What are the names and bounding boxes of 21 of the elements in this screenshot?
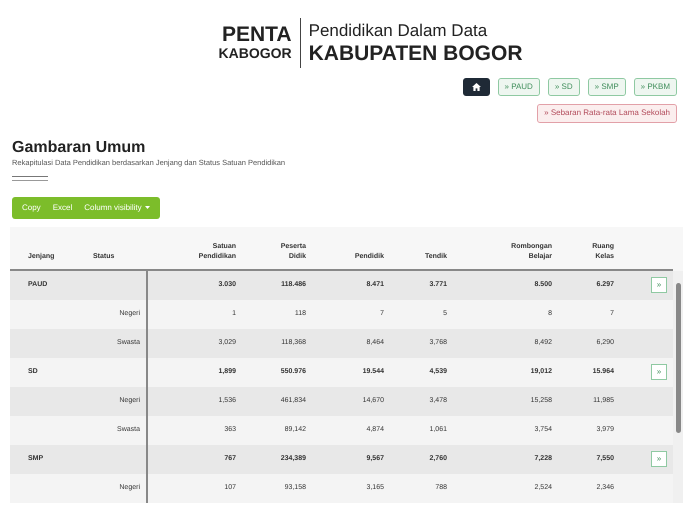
title-underline	[12, 176, 48, 181]
home-icon	[472, 83, 481, 91]
detail-button[interactable]: »	[651, 451, 667, 468]
nav-link-button[interactable]: » SMP	[588, 78, 626, 96]
export-button[interactable]: Column visibility	[78, 196, 156, 219]
detail-button[interactable]: »	[651, 277, 667, 294]
nav-link-button[interactable]: » PKBM	[634, 78, 677, 96]
brand-subname: KABOGOR	[218, 45, 292, 62]
brand-name: PENTA	[222, 24, 292, 46]
detail-button[interactable]: »	[651, 364, 667, 380]
caret-icon	[144, 206, 150, 210]
home-button[interactable]	[462, 78, 490, 96]
average-schooling-link[interactable]: » Sebaran Rata-rata Lama Sekolah	[537, 104, 677, 123]
site-tagline: Pendidikan Dalam Data	[308, 21, 488, 42]
nav-link-button[interactable]: » SD	[548, 78, 580, 96]
export-button[interactable]: Excel	[46, 196, 78, 219]
export-button[interactable]: Copy	[16, 196, 47, 219]
nav-link-button[interactable]: » PAUD	[498, 78, 540, 96]
site-title: KABUPATEN BOGOR	[308, 42, 522, 65]
section-title: Gambaran Umum	[12, 138, 146, 156]
scrollbar-thumb[interactable]	[676, 282, 680, 433]
